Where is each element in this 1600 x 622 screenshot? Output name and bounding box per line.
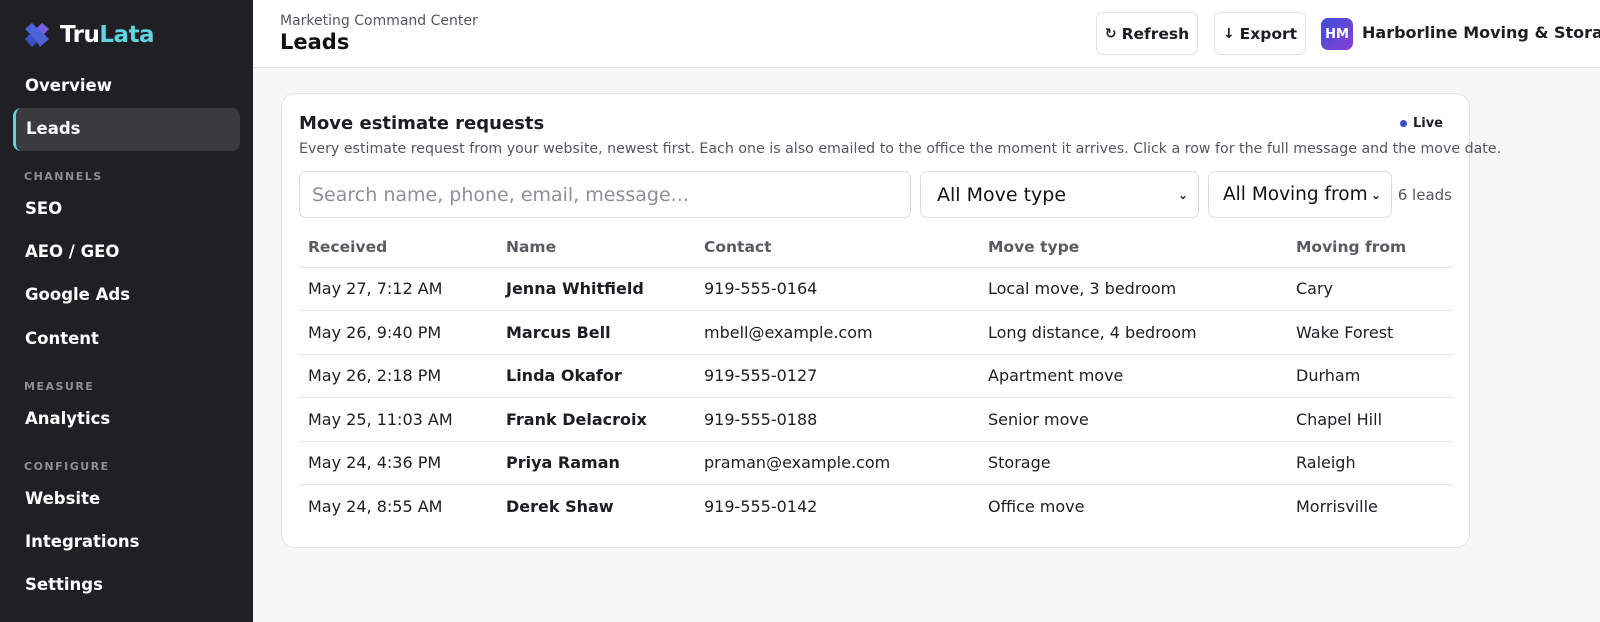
cell-contact: 919-555-0188 xyxy=(695,397,979,442)
move-type-select-value: All Move type xyxy=(937,183,1067,206)
table-row[interactable]: May 25, 11:03 AM Frank Delacroix 919-555… xyxy=(299,397,1453,442)
sidebar-item-seo[interactable]: SEO xyxy=(25,199,62,218)
moving-from-select[interactable]: All Moving from ⌄ xyxy=(1208,171,1392,218)
cell-name: Priya Raman xyxy=(497,441,695,485)
cell-move-type: Local move, 3 bedroom xyxy=(979,267,1287,311)
brand-logo[interactable]: TruLata xyxy=(22,20,155,50)
cell-name: Frank Delacroix xyxy=(497,397,695,442)
org-avatar[interactable]: HM xyxy=(1321,18,1353,50)
card-title: Move estimate requests xyxy=(299,113,545,134)
cell-contact: mbell@example.com xyxy=(695,310,979,355)
cell-move-type: Apartment move xyxy=(979,354,1287,398)
card-description: Every estimate request from your website… xyxy=(299,141,1502,157)
sidebar-item-analytics[interactable]: Analytics xyxy=(25,409,110,428)
top-header: Marketing Command Center Leads ↻ Refresh… xyxy=(253,0,1600,68)
cell-received: May 26, 9:40 PM xyxy=(299,310,497,355)
cell-name: Derek Shaw xyxy=(506,497,614,516)
search-input[interactable] xyxy=(299,171,911,218)
breadcrumb: Marketing Command Center xyxy=(280,13,478,29)
cell-received: May 24, 8:55 AM xyxy=(308,497,443,516)
sidebar-item-website[interactable]: Website xyxy=(25,489,100,508)
logo-icon xyxy=(25,23,49,47)
brand-name: TruLata xyxy=(60,22,155,48)
table-row[interactable]: May 24, 4:36 PM Priya Raman praman@examp… xyxy=(299,441,1453,485)
cell-move-type: Office move xyxy=(988,497,1085,516)
moving-from-select-value: All Moving from xyxy=(1223,184,1368,205)
cell-move-type: Long distance, 4 bedroom xyxy=(979,310,1287,355)
export-button[interactable]: ↓ Export xyxy=(1214,12,1306,55)
cell-moving-from: Durham xyxy=(1287,354,1453,398)
lead-count: 6 leads xyxy=(1397,186,1452,204)
cell-received: May 25, 11:03 AM xyxy=(299,397,497,442)
chevron-down-icon: ⌄ xyxy=(1370,187,1381,202)
org-name[interactable]: Harborline Moving & Storage xyxy=(1362,23,1600,42)
column-header-contact[interactable]: Contact xyxy=(695,227,979,268)
estimate-requests-card: Move estimate requests Live Every estima… xyxy=(281,93,1501,548)
leads-table: Received Name Contact Move type Moving f… xyxy=(299,227,1453,528)
move-type-select[interactable]: All Move type ⌄ xyxy=(920,171,1199,218)
section-label-channels: CHANNELS xyxy=(24,170,103,183)
column-header-moving-from[interactable]: Moving from xyxy=(1287,227,1453,268)
cell-received: May 24, 4:36 PM xyxy=(299,441,497,485)
live-label: Live xyxy=(1412,116,1443,131)
table-header-row: Received Name Contact Move type Moving f… xyxy=(299,227,1453,268)
cell-received: May 27, 7:12 AM xyxy=(299,267,497,311)
cell-moving-from: Cary xyxy=(1287,267,1453,311)
cell-received: May 26, 2:18 PM xyxy=(299,354,497,398)
column-header-name[interactable]: Name xyxy=(497,227,695,268)
column-header-received[interactable]: Received xyxy=(299,227,497,268)
cell-moving-from: Morrisville xyxy=(1296,497,1378,516)
cell-contact: 919-555-0164 xyxy=(695,267,979,311)
sidebar-item-google-ads[interactable]: Google Ads xyxy=(25,285,130,304)
cell-contact: praman@example.com xyxy=(695,441,979,485)
cell-contact: 919-555-0127 xyxy=(695,354,979,398)
refresh-icon: ↻ xyxy=(1104,25,1117,42)
download-arrow-icon: ↓ xyxy=(1222,25,1235,42)
refresh-label: Refresh xyxy=(1121,24,1190,43)
sidebar-item-label: Leads xyxy=(26,119,81,138)
sidebar: TruLata Overview Leads CHANNELS SEO AEO … xyxy=(0,0,253,622)
chevron-down-icon: ⌄ xyxy=(1177,187,1188,202)
cell-move-type: Storage xyxy=(979,441,1287,485)
table-row[interactable]: May 26, 9:40 PM Marcus Bell mbell@exampl… xyxy=(299,310,1453,355)
column-header-move-type[interactable]: Move type xyxy=(979,227,1287,268)
sidebar-item-overview[interactable]: Overview xyxy=(25,76,112,95)
sidebar-item-integrations[interactable]: Integrations xyxy=(25,532,140,551)
refresh-button[interactable]: ↻ Refresh xyxy=(1096,12,1198,55)
sidebar-item-aeo-geo[interactable]: AEO / GEO xyxy=(25,242,119,261)
section-label-measure: MEASURE xyxy=(24,380,95,393)
cell-name: Jenna Whitfield xyxy=(497,267,695,311)
cell-moving-from: Chapel Hill xyxy=(1287,397,1453,442)
cell-moving-from: Raleigh xyxy=(1287,441,1453,485)
sidebar-item-leads[interactable]: Leads xyxy=(13,108,240,151)
cell-name: Linda Okafor xyxy=(497,354,695,398)
sidebar-item-content[interactable]: Content xyxy=(25,329,99,348)
export-label: Export xyxy=(1239,24,1298,43)
page-title: Leads xyxy=(280,30,350,54)
section-label-configure: CONFIGURE xyxy=(24,460,110,473)
cell-move-type: Senior move xyxy=(979,397,1287,442)
cell-contact: 919-555-0142 xyxy=(704,497,818,516)
cell-name: Marcus Bell xyxy=(497,310,695,355)
table-row[interactable]: May 27, 7:12 AM Jenna Whitfield 919-555-… xyxy=(299,267,1453,311)
cell-moving-from: Wake Forest xyxy=(1287,310,1453,355)
live-dot-icon xyxy=(1399,120,1407,127)
table-row[interactable]: May 24, 8:55 AM Derek Shaw 919-555-0142 … xyxy=(299,485,1453,529)
live-badge: Live xyxy=(1399,116,1443,131)
sidebar-item-settings[interactable]: Settings xyxy=(25,575,103,594)
table-row[interactable]: May 26, 2:18 PM Linda Okafor 919-555-012… xyxy=(299,354,1453,398)
